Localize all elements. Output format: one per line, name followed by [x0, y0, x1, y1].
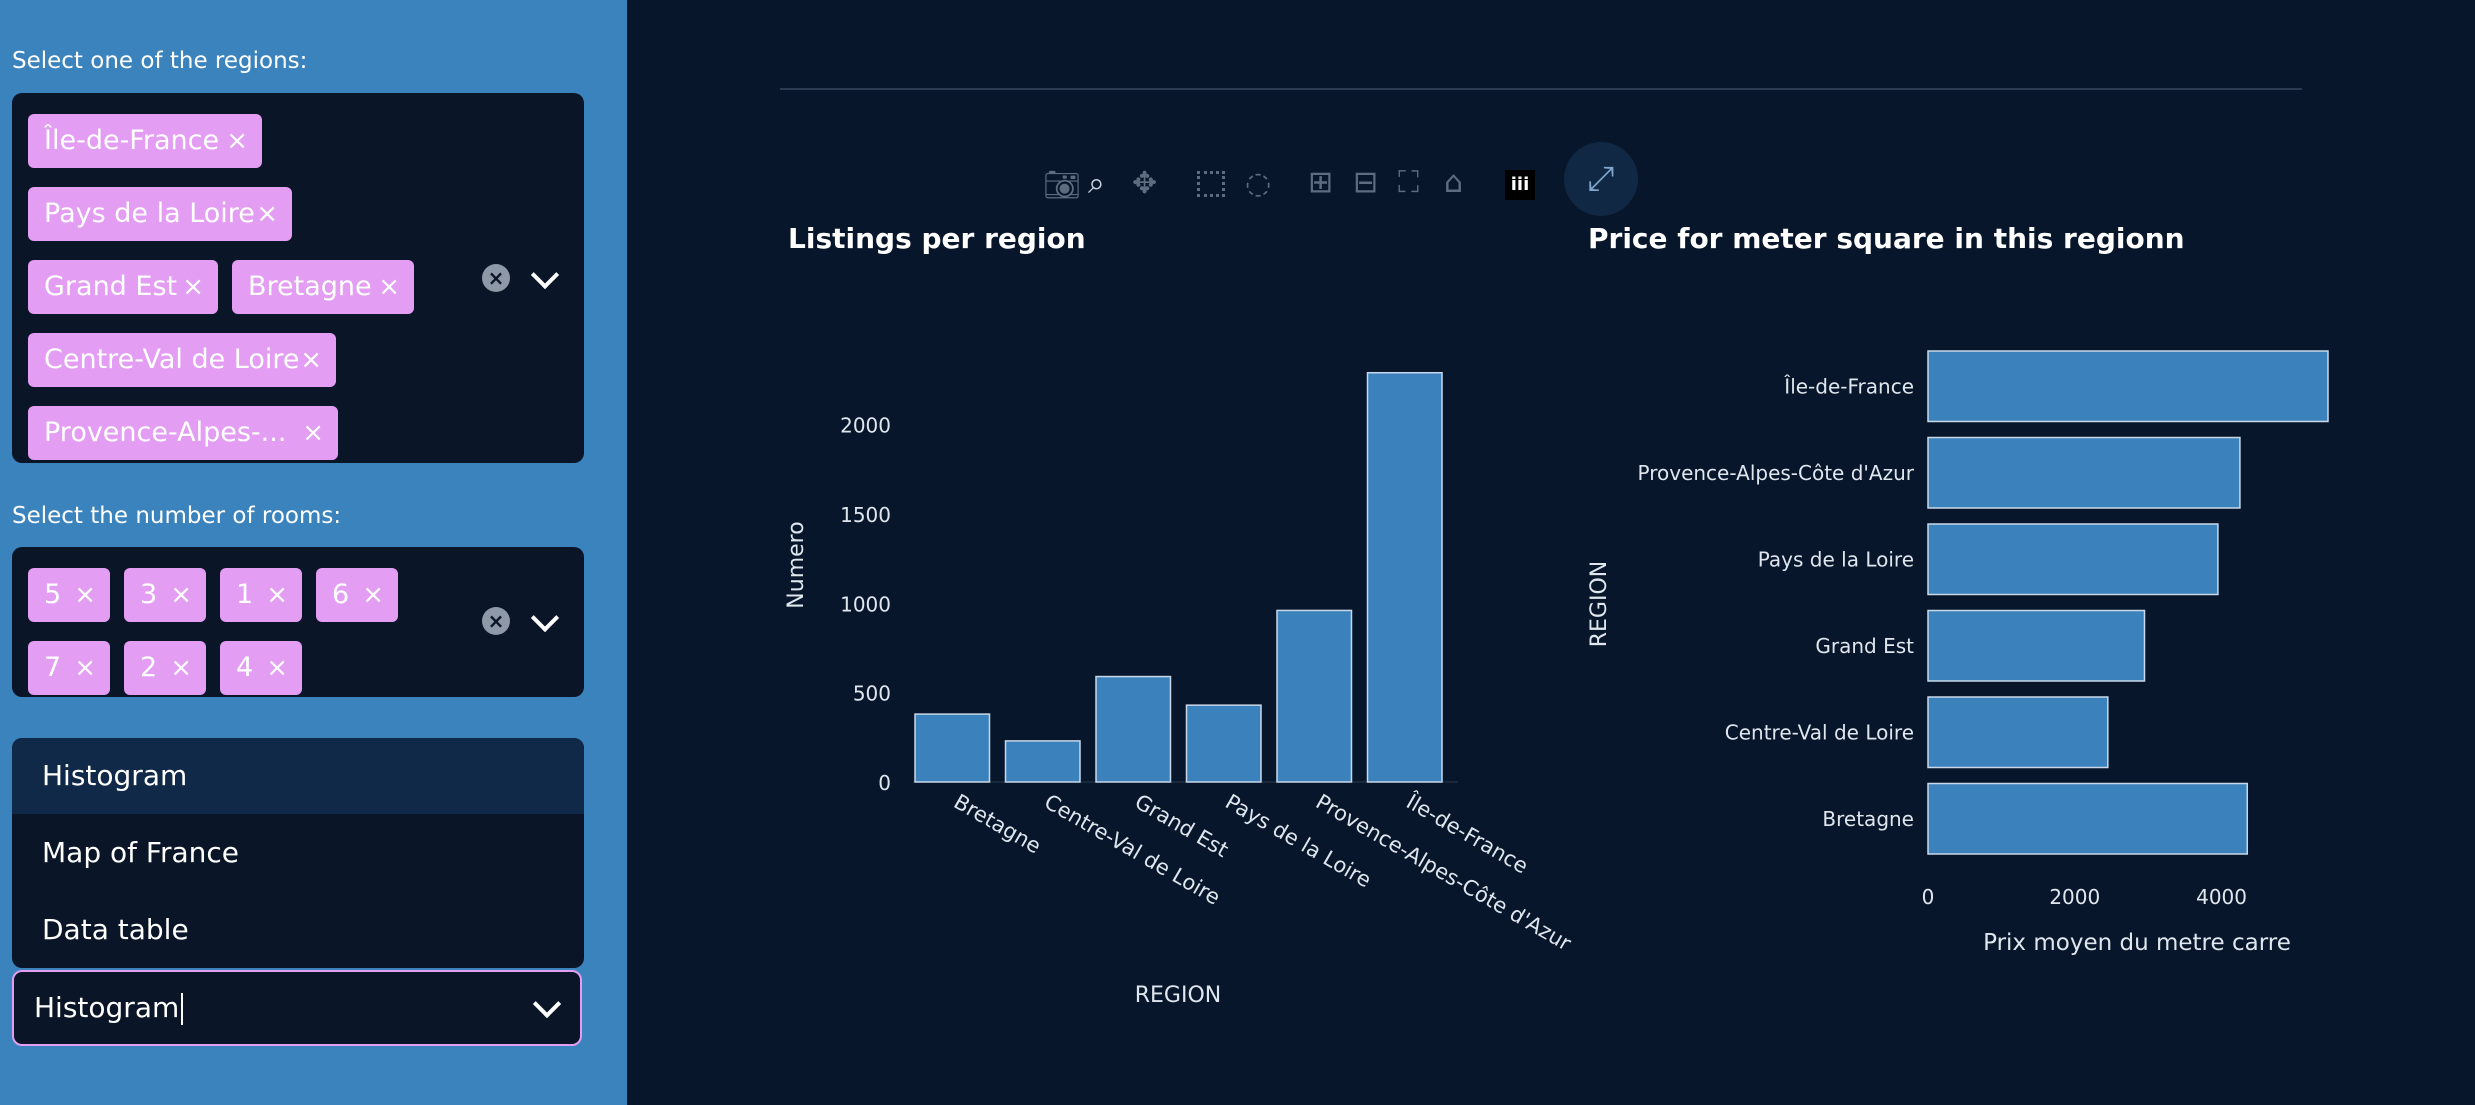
view-dropdown-list: Histogram Map of France Data table	[12, 738, 584, 968]
chip-remove-icon[interactable]: ×	[302, 406, 324, 460]
y-tick-label: Pays de la Loire	[1758, 547, 1914, 571]
chip-label: 4	[236, 652, 254, 683]
chevron-down-icon[interactable]	[532, 989, 562, 1019]
region-chip-bretagne[interactable]: Bretagne ×	[232, 260, 414, 314]
chip-label: Grand Est	[44, 271, 178, 302]
y-tick-label: 0	[878, 771, 891, 795]
y-tick-label: 1000	[840, 592, 891, 616]
room-chip[interactable]: 5 ×	[28, 568, 110, 622]
chip-remove-icon[interactable]: ×	[362, 568, 384, 622]
sidebar: Select one of the regions: Île-de-France…	[0, 0, 627, 1105]
room-chip[interactable]: 1 ×	[220, 568, 302, 622]
bar-5[interactable]	[1366, 371, 1443, 783]
charts-svg[interactable]: 0 500 1000 1500 2000 Bretagne Centre-Val de Lo…	[627, 0, 2475, 1105]
regions-label: Select one of the regions:	[12, 48, 308, 74]
chip-remove-icon[interactable]: ×	[182, 260, 204, 314]
clear-rooms-icon[interactable]: ×	[482, 607, 510, 635]
bar-0[interactable]	[914, 713, 991, 783]
chip-label: Île-de-France	[44, 125, 220, 156]
chip-remove-icon[interactable]: ×	[170, 641, 192, 695]
y-tick-label: Grand Est	[1815, 634, 1914, 658]
chip-remove-icon[interactable]: ×	[226, 114, 248, 168]
hbar-0[interactable]	[1927, 782, 2249, 855]
view-select[interactable]: Histogram	[12, 970, 582, 1046]
chevron-down-icon[interactable]	[530, 260, 560, 290]
chip-label: 7	[44, 652, 62, 683]
y-tick-label: Centre-Val de Loire	[1725, 720, 1914, 744]
rooms-multiselect[interactable]: 5 × 3 × 1 × 6 × 7 × 2 × 4 × ×	[12, 547, 584, 697]
hbar-2[interactable]	[1927, 609, 2146, 682]
view-select-value[interactable]: Histogram	[34, 972, 184, 1044]
bar-1[interactable]	[1004, 740, 1081, 783]
y-tick-label: 500	[853, 682, 891, 706]
main-content: 📷︎ ⌕ ✥ ◌ ⊞ ⊟ ⛶ ⌂ iii ⤢ Listings per regi…	[627, 0, 2475, 1105]
room-chip[interactable]: 3 ×	[124, 568, 206, 622]
chip-label: 2	[140, 652, 158, 683]
x-tick-label: 0	[1922, 885, 1935, 909]
chip-label: Centre-Val de Loire	[44, 344, 300, 375]
chip-label: 3	[140, 579, 158, 610]
y-tick-label: Île-de-France	[1783, 374, 1914, 398]
chip-remove-icon[interactable]: ×	[300, 333, 322, 387]
hbar-5[interactable]	[1927, 350, 2329, 423]
option-map-of-france[interactable]: Map of France	[12, 815, 584, 891]
x-axis-title: REGION	[1135, 983, 1222, 1008]
chip-label: 5	[44, 579, 62, 610]
selected-view-text: Histogram	[34, 991, 180, 1024]
chip-remove-icon[interactable]: ×	[170, 568, 192, 622]
x-axis-title: Prix moyen du metre carre	[1983, 930, 2291, 956]
region-chip-ile-de-france[interactable]: Île-de-France ×	[28, 114, 262, 168]
x-tick-label: 2000	[2049, 885, 2100, 909]
chevron-down-icon[interactable]	[530, 603, 560, 633]
regions-multiselect[interactable]: Île-de-France × Pays de la Loire × Grand E…	[12, 93, 584, 463]
x-tick-label: Bretagne	[950, 790, 1045, 859]
y-axis-title: REGION	[1587, 561, 1612, 648]
room-chip[interactable]: 4 ×	[220, 641, 302, 695]
chip-label: Pays de la Loire	[44, 198, 255, 229]
region-chip-provence[interactable]: Provence-Alpes-... ×	[28, 406, 338, 460]
bar-3[interactable]	[1185, 704, 1262, 783]
chip-label: Provence-Alpes-...	[44, 417, 287, 448]
region-chip-grand-est[interactable]: Grand Est ×	[28, 260, 218, 314]
clear-regions-icon[interactable]: ×	[482, 264, 510, 292]
rooms-label: Select the number of rooms:	[12, 503, 342, 529]
chip-remove-icon[interactable]: ×	[74, 568, 96, 622]
region-chip-pays-de-la-loire[interactable]: Pays de la Loire ×	[28, 187, 292, 241]
region-chip-centre-val-de-loire[interactable]: Centre-Val de Loire ×	[28, 333, 336, 387]
chip-label: 1	[236, 579, 254, 610]
room-chip[interactable]: 6 ×	[316, 568, 398, 622]
bar-4[interactable]	[1276, 609, 1353, 783]
y-tick-label: 1500	[840, 503, 891, 527]
option-data-table[interactable]: Data table	[12, 892, 584, 968]
chip-remove-icon[interactable]: ×	[378, 260, 400, 314]
chip-remove-icon[interactable]: ×	[74, 641, 96, 695]
chip-remove-icon[interactable]: ×	[266, 641, 288, 695]
text-caret	[181, 993, 184, 1025]
hbar-3[interactable]	[1927, 523, 2219, 596]
bar-2[interactable]	[1095, 675, 1172, 783]
hbar-1[interactable]	[1927, 696, 2109, 769]
room-chip[interactable]: 2 ×	[124, 641, 206, 695]
y-axis-title: Numero	[784, 521, 809, 608]
y-tick-label: 2000	[840, 414, 891, 438]
chip-label: Bretagne	[248, 271, 372, 302]
hbar-4[interactable]	[1927, 436, 2241, 509]
y-tick-label: Provence-Alpes-Côte d'Azur	[1638, 461, 1915, 485]
chip-remove-icon[interactable]: ×	[266, 568, 288, 622]
option-histogram[interactable]: Histogram	[12, 738, 584, 814]
chip-remove-icon[interactable]: ×	[256, 187, 278, 241]
chip-label: 6	[332, 579, 350, 610]
y-tick-label: Bretagne	[1822, 807, 1914, 831]
room-chip[interactable]: 7 ×	[28, 641, 110, 695]
x-tick-label: 4000	[2196, 885, 2247, 909]
